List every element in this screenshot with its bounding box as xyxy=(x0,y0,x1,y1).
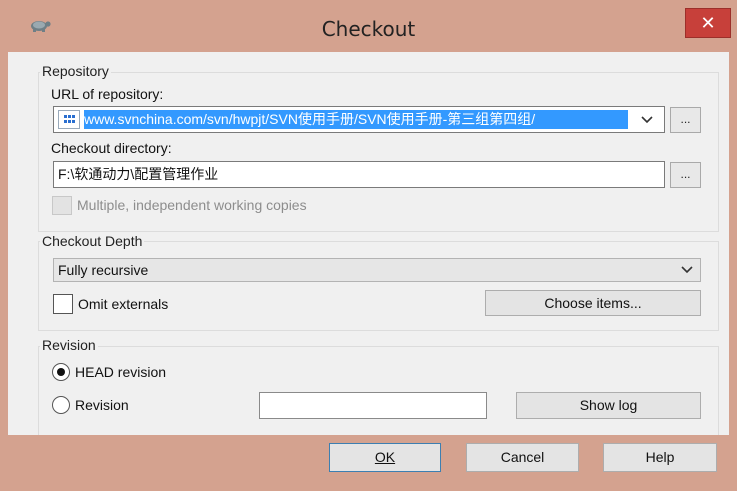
revision-label: Revision xyxy=(75,397,129,413)
close-icon: ✕ xyxy=(700,13,716,33)
revision-number-input[interactable] xyxy=(259,392,487,419)
multiple-working-copies-label: Multiple, independent working copies xyxy=(77,197,307,213)
omit-externals-checkbox[interactable] xyxy=(53,294,73,314)
url-scheme-icon xyxy=(58,110,80,129)
head-revision-label: HEAD revision xyxy=(75,364,167,380)
url-combobox[interactable]: www.svnchina.com/svn/hwpjt/SVN使用手册/SVN使用… xyxy=(53,106,665,133)
url-label: URL of repository: xyxy=(51,86,164,102)
head-revision-radio[interactable] xyxy=(52,363,70,381)
revision-group-label: Revision xyxy=(40,337,98,353)
title-bar: Checkout ✕ xyxy=(0,0,737,52)
show-log-button[interactable]: Show log xyxy=(516,392,701,419)
ok-button-label: OK xyxy=(374,449,396,465)
revision-radio[interactable] xyxy=(52,396,70,414)
checkout-depth-select[interactable]: Fully recursive xyxy=(53,258,701,282)
multiple-working-copies-checkbox[interactable] xyxy=(52,196,72,215)
dialog-body: Repository URL of repository: www.svnchi… xyxy=(8,52,729,435)
checkout-directory-input[interactable]: F:\软通动力\配置管理作业 xyxy=(53,161,665,188)
revision-group xyxy=(38,346,719,435)
help-button[interactable]: Help xyxy=(603,443,717,472)
radio-selected-dot xyxy=(57,368,65,376)
chevron-down-icon xyxy=(680,259,694,282)
checkout-dialog: Checkout ✕ Repository URL of repository:… xyxy=(0,0,737,491)
ok-button[interactable]: OK xyxy=(329,443,441,472)
checkout-depth-group-label: Checkout Depth xyxy=(40,233,145,249)
checkout-depth-value: Fully recursive xyxy=(58,262,149,278)
chevron-down-icon[interactable] xyxy=(636,111,658,129)
cancel-button[interactable]: Cancel xyxy=(466,443,579,472)
repository-group-label: Repository xyxy=(40,63,111,79)
url-input[interactable]: www.svnchina.com/svn/hwpjt/SVN使用手册/SVN使用… xyxy=(84,110,628,129)
close-button[interactable]: ✕ xyxy=(685,8,731,38)
browse-directory-button[interactable]: ... xyxy=(670,162,701,188)
browse-url-button[interactable]: ... xyxy=(670,107,701,133)
omit-externals-label: Omit externals xyxy=(78,296,169,312)
checkout-depth-group xyxy=(38,241,719,331)
checkout-directory-label: Checkout directory: xyxy=(51,140,172,156)
choose-items-button[interactable]: Choose items... xyxy=(485,290,701,316)
window-title: Checkout xyxy=(321,17,416,41)
